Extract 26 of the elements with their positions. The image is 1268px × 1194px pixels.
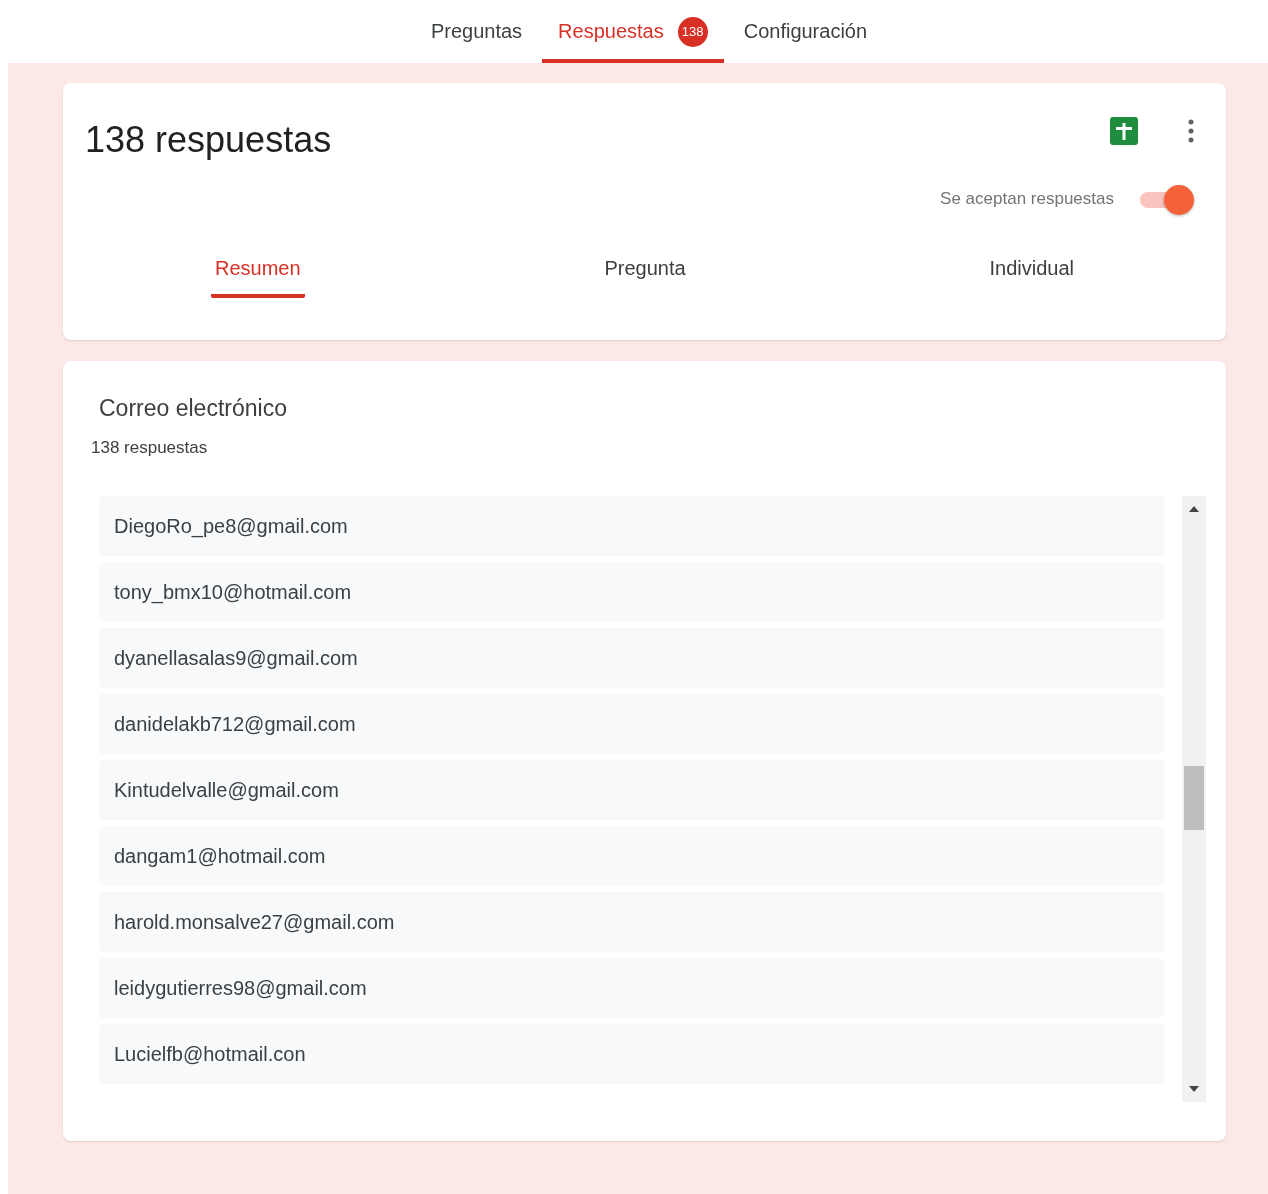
answer-row: dangam1@hotmail.com xyxy=(99,826,1164,886)
answer-row: tony_bmx10@hotmail.com xyxy=(99,562,1164,622)
answer-row: dyanellasalas9@gmail.com xyxy=(99,628,1164,688)
spreadsheet-icon[interactable] xyxy=(1110,117,1138,145)
scroll-up-icon[interactable] xyxy=(1189,506,1199,512)
tab[interactable]: Configuración xyxy=(727,0,884,63)
answer-row: DiegoRo_pe8@gmail.com xyxy=(99,496,1164,556)
scrollbar[interactable] xyxy=(1182,496,1206,1102)
tab[interactable]: Resumen xyxy=(210,245,305,298)
scroll-down-icon[interactable] xyxy=(1189,1086,1199,1092)
tab[interactable]: Preguntas xyxy=(414,0,539,63)
answer-row: leidygutierres98@gmail.com xyxy=(99,958,1164,1018)
response-count: 138 respuestas xyxy=(91,438,209,458)
responses-title: 138 respuestas xyxy=(85,119,332,161)
tab[interactable]: Individual xyxy=(985,245,1078,298)
more-options-icon[interactable] xyxy=(1188,119,1194,143)
toggle-switch[interactable] xyxy=(1138,183,1194,215)
tab[interactable]: Pregunta xyxy=(600,245,690,298)
count-badge: 138 xyxy=(677,16,708,47)
scroll-thumb[interactable] xyxy=(1184,766,1204,830)
answer-row: harold.monsalve27@gmail.com xyxy=(99,892,1164,952)
answer-row: Lucielfb@hotmail.con xyxy=(99,1024,1164,1084)
answer-row: danidelakb712@gmail.com xyxy=(99,694,1164,754)
accepting-label: Se aceptan respuestas xyxy=(940,189,1114,209)
answer-row: Kintudelvalle@gmail.com xyxy=(99,760,1164,820)
question-title: Correo electrónico xyxy=(98,395,288,422)
